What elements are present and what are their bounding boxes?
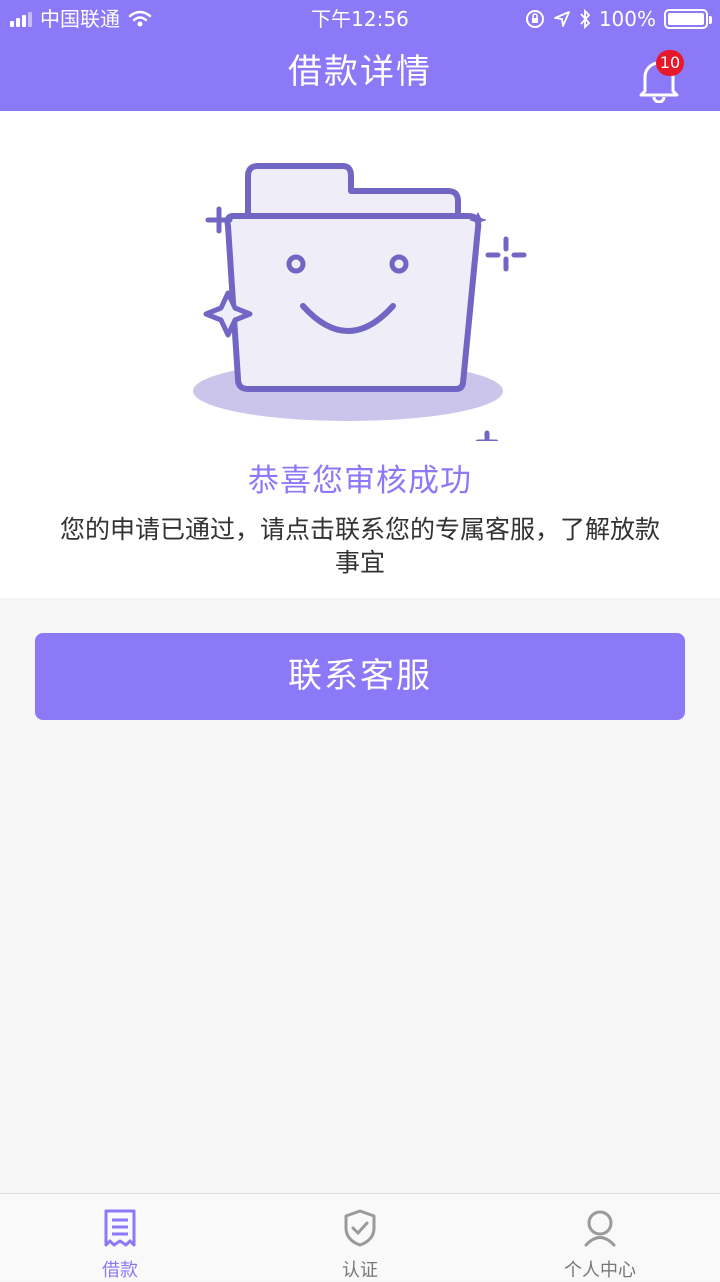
tab-loan[interactable]: 借款	[0, 1194, 240, 1281]
status-bar: 中国联通 下午12:56 100%	[0, 0, 720, 38]
user-icon	[584, 1210, 616, 1247]
tab-profile[interactable]: 个人中心	[480, 1194, 720, 1281]
location-icon	[553, 11, 570, 27]
tab-verification-label: 认证	[342, 1260, 378, 1281]
success-title: 恭喜您审核成功	[248, 463, 472, 499]
shield-check-icon	[344, 1209, 376, 1247]
success-description: 您的申请已通过，请点击联系您的专属客服，了解放款事宜	[59, 515, 660, 577]
notification-badge: 10	[656, 50, 684, 76]
result-card: 恭喜您审核成功 您的申请已通过，请点击联系您的专属客服，了解放款事宜	[0, 111, 720, 598]
battery-icon	[664, 9, 712, 29]
tab-verification[interactable]: 认证	[240, 1194, 480, 1281]
battery-percent: 100%	[598, 7, 656, 31]
rotation-lock-icon	[525, 10, 544, 28]
document-icon	[104, 1209, 136, 1247]
tab-profile-label: 个人中心	[564, 1260, 636, 1281]
tab-loan-label: 借款	[102, 1260, 138, 1281]
bluetooth-icon	[580, 9, 591, 29]
contact-service-button[interactable]: 联系客服	[35, 633, 685, 720]
tab-bar: 借款 认证 个人中心	[0, 1193, 720, 1281]
happy-folder-illustration	[193, 163, 527, 441]
header-bar: 中国联通 下午12:56 100% 借款详情 10	[0, 0, 720, 111]
page-title: 借款详情	[288, 52, 432, 92]
